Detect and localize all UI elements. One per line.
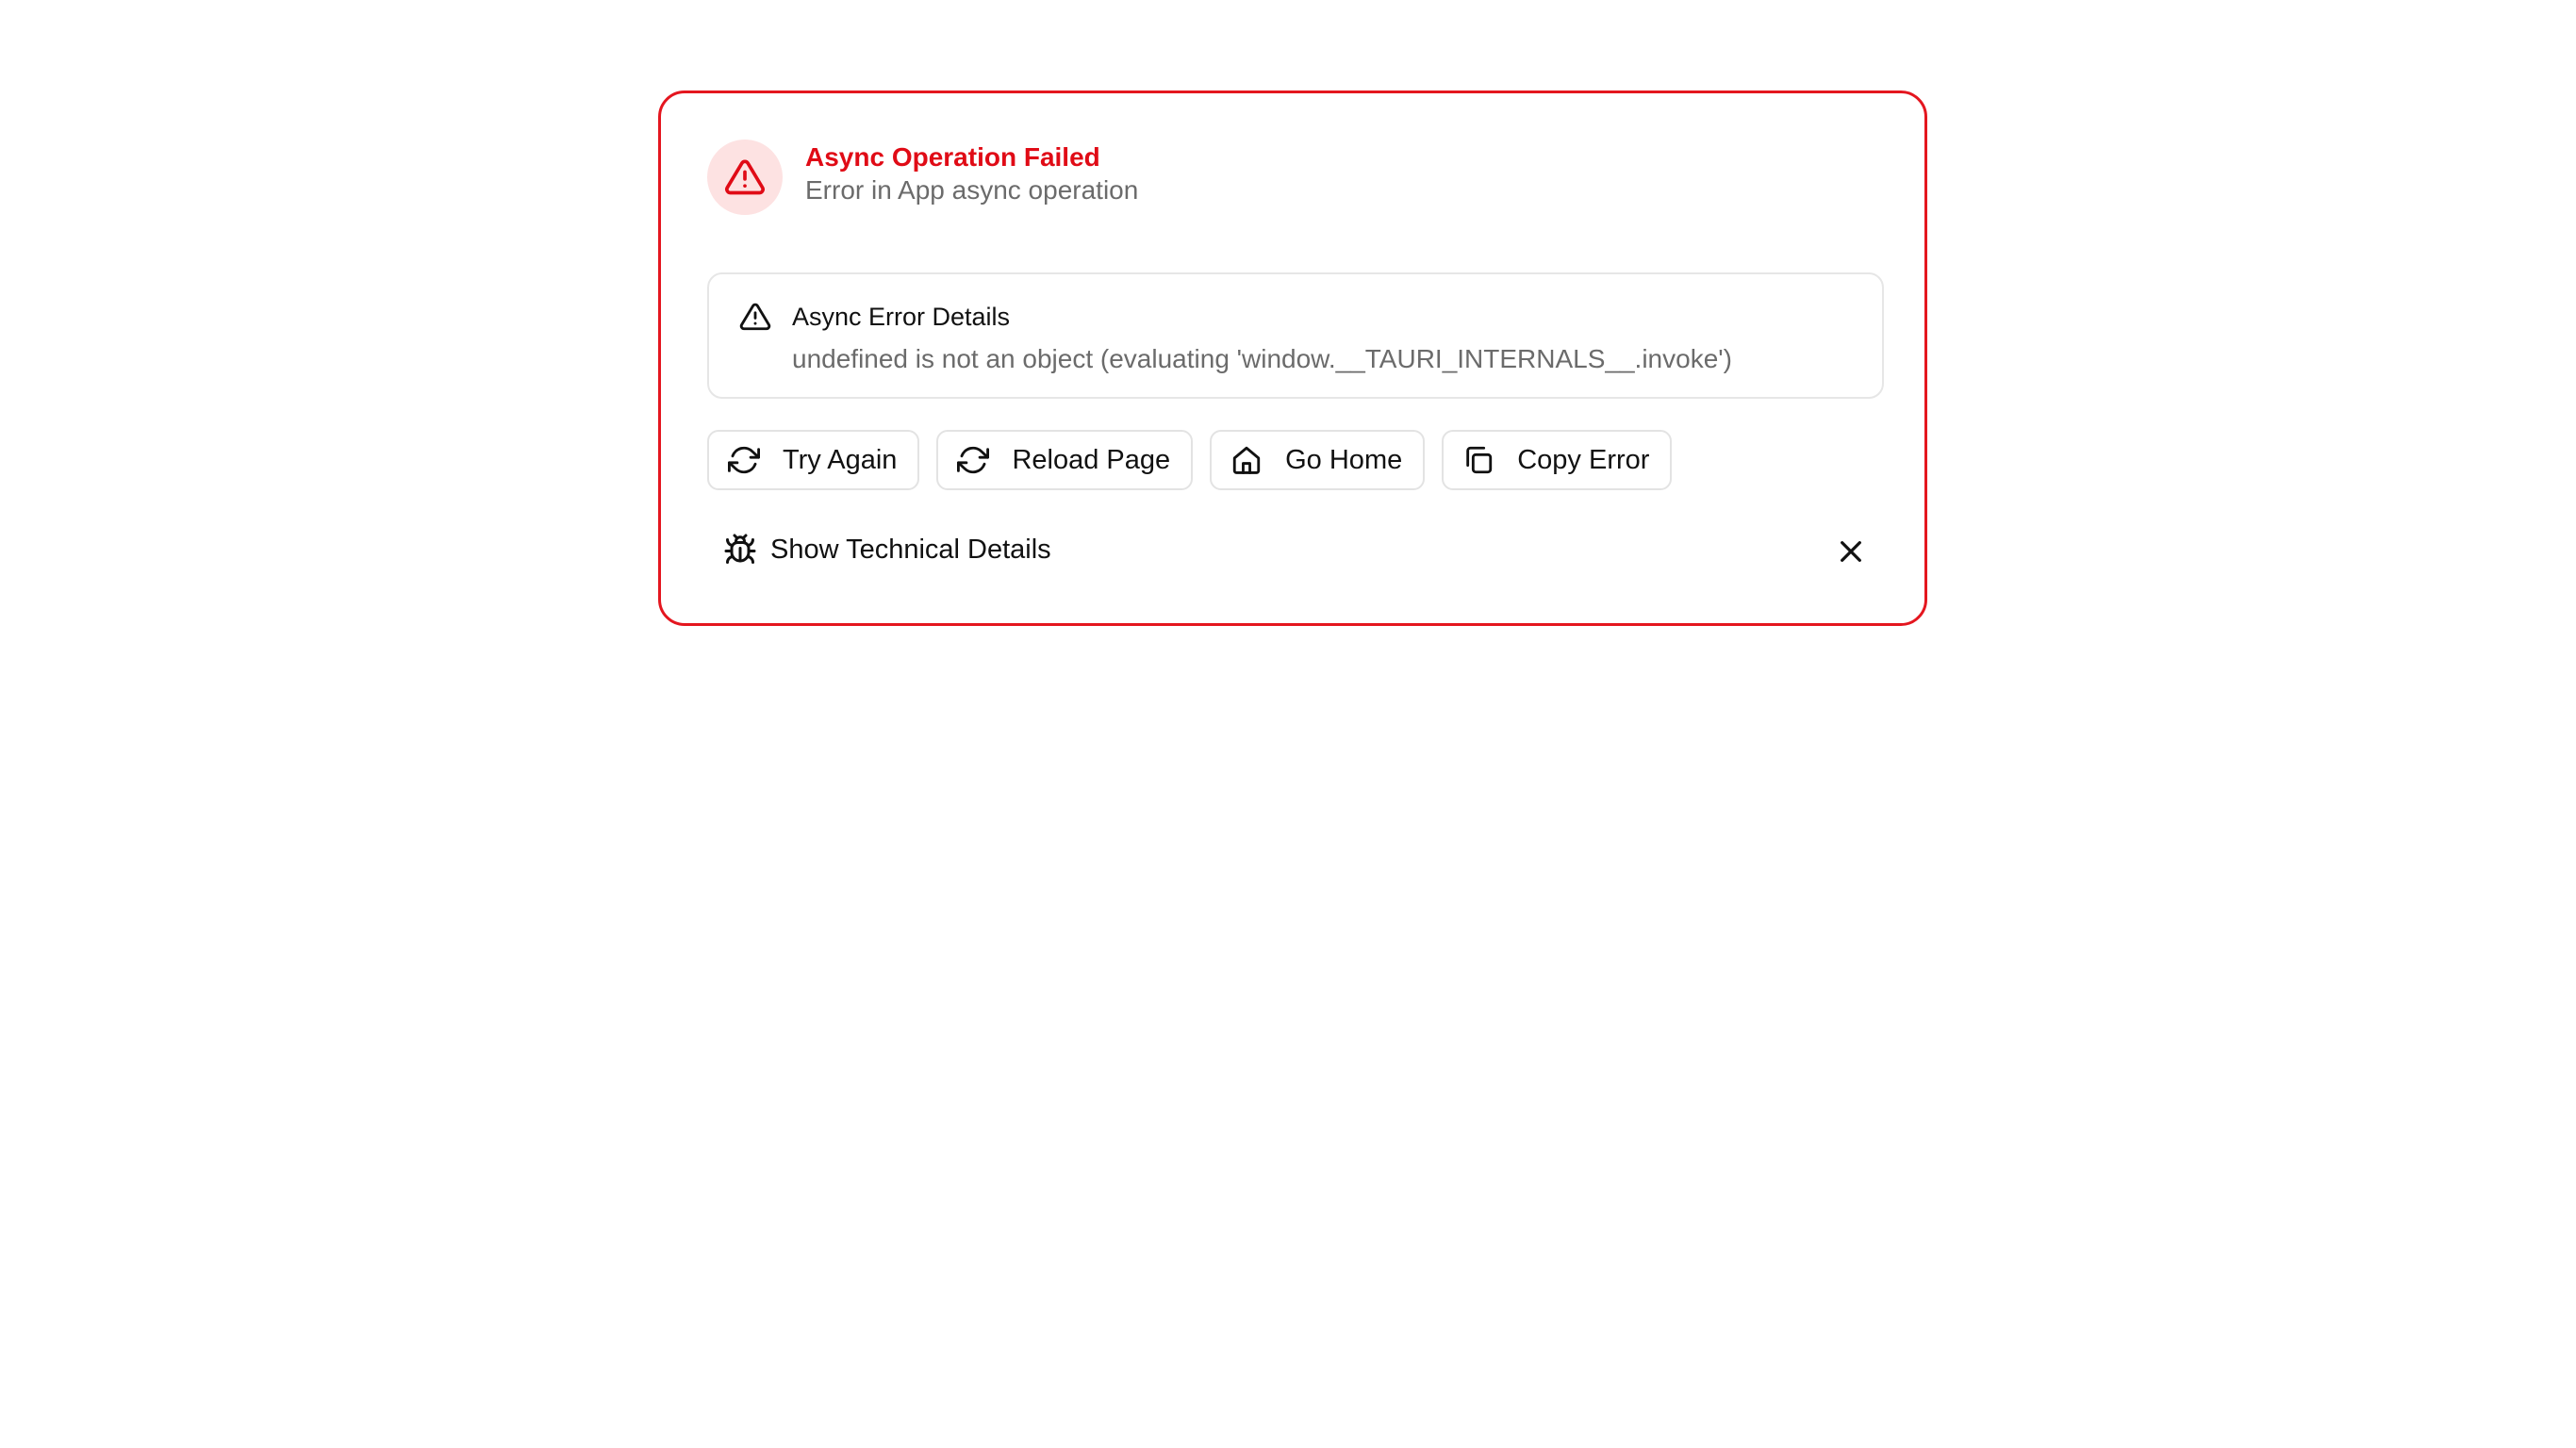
try-again-button[interactable]: Try Again bbox=[707, 430, 920, 490]
show-technical-details-toggle[interactable]: Show Technical Details bbox=[723, 533, 1051, 567]
copy-error-button[interactable]: Copy Error bbox=[1442, 430, 1673, 490]
alert-triangle-icon bbox=[739, 303, 771, 331]
error-details-title: Async Error Details bbox=[792, 303, 1011, 331]
show-technical-details-label: Show Technical Details bbox=[770, 534, 1051, 565]
try-again-label: Try Again bbox=[783, 444, 898, 475]
close-button[interactable] bbox=[1836, 536, 1866, 567]
error-subtitle: Error in App async operation bbox=[805, 175, 1139, 205]
reload-page-button[interactable]: Reload Page bbox=[936, 430, 1194, 490]
bug-icon bbox=[724, 534, 756, 564]
copy-error-label: Copy Error bbox=[1517, 444, 1650, 475]
home-icon bbox=[1232, 446, 1261, 474]
error-details-panel: Async Error Details undefined is not an … bbox=[707, 272, 1884, 399]
go-home-button[interactable]: Go Home bbox=[1210, 430, 1426, 490]
error-card: Async Operation Failed Error in App asyn… bbox=[658, 90, 1927, 626]
go-home-label: Go Home bbox=[1285, 444, 1403, 475]
alert-triangle-icon bbox=[725, 159, 765, 195]
close-icon bbox=[1841, 541, 1861, 562]
error-details-message: undefined is not an object (evaluating '… bbox=[792, 344, 1732, 373]
error-title: Async Operation Failed bbox=[805, 142, 1100, 172]
copy-icon bbox=[1466, 446, 1493, 474]
reload-page-label: Reload Page bbox=[1012, 444, 1171, 475]
action-bar: Try Again Reload Page Go Home Copy Error bbox=[707, 430, 1673, 490]
error-icon-badge bbox=[707, 140, 783, 215]
refresh-icon bbox=[728, 446, 760, 474]
refresh-icon bbox=[957, 446, 990, 474]
